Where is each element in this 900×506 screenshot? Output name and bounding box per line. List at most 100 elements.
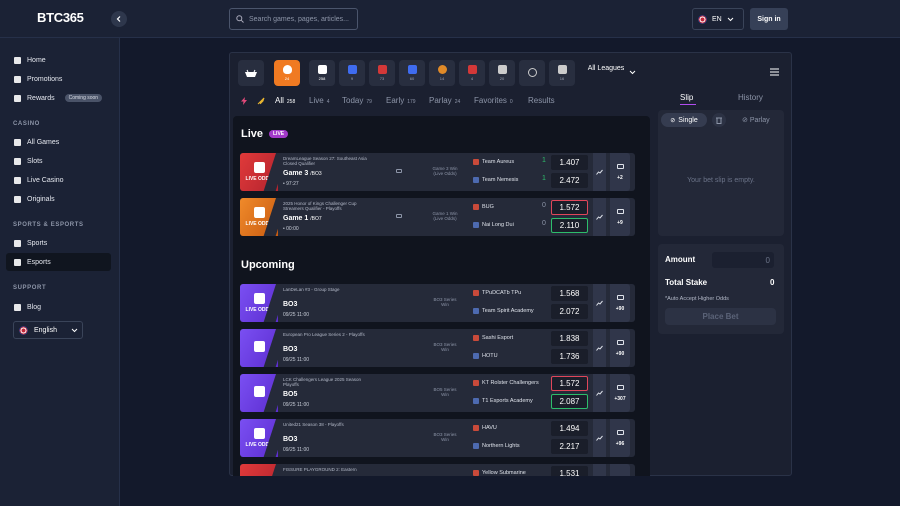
game-filter-tile[interactable]: 16 bbox=[549, 60, 575, 86]
sign-in-button[interactable]: Sign in bbox=[750, 8, 788, 30]
valorant-icon bbox=[467, 65, 477, 74]
lightning-icon[interactable] bbox=[241, 97, 247, 105]
sidebar-item-rewards[interactable]: Rewards Coming soon bbox=[6, 89, 111, 107]
game-filter-tile[interactable]: 60 bbox=[399, 60, 425, 86]
sidebar-item-live-casino[interactable]: Live Casino bbox=[6, 171, 111, 189]
game-filter-tile[interactable]: 14 bbox=[429, 60, 455, 86]
sidebar-item-originals[interactable]: Originals bbox=[6, 190, 111, 208]
more-markets-button[interactable]: +90 bbox=[610, 329, 630, 367]
tab-count: 24 bbox=[454, 99, 461, 105]
cs-icon bbox=[407, 65, 417, 74]
parlay-bet-toggle[interactable]: ⊘ Parlay bbox=[742, 116, 770, 124]
sidebar-item-all-games[interactable]: All Games bbox=[6, 133, 111, 151]
odds-button[interactable]: 1.838 bbox=[551, 331, 588, 346]
odds-button[interactable]: 2.087 bbox=[551, 394, 588, 409]
sidebar-item-esports[interactable]: Esports bbox=[6, 253, 111, 271]
team-logo-icon bbox=[473, 204, 479, 210]
amount-input[interactable]: 0 bbox=[712, 252, 774, 268]
more-markets-button[interactable]: +2 bbox=[610, 153, 630, 191]
tab-favorites[interactable]: Favorites 0 bbox=[474, 96, 513, 105]
tab-label: Results bbox=[528, 96, 555, 105]
stats-button[interactable] bbox=[593, 419, 606, 457]
tab-early[interactable]: Early 179 bbox=[386, 96, 416, 105]
odds-button[interactable]: 1.736 bbox=[551, 349, 588, 364]
game-filter-tile[interactable]: 9 bbox=[339, 60, 365, 86]
match-row[interactable]: FISSURE PLAYGROUND 2: Eastern Yellow Sub… bbox=[240, 464, 635, 476]
team-logo-icon bbox=[473, 159, 479, 165]
odds-button[interactable]: 2.110 bbox=[551, 218, 588, 233]
odds-button[interactable]: 1.572 bbox=[551, 376, 588, 391]
game-filter-home[interactable] bbox=[238, 60, 264, 86]
sidebar-item-sports[interactable]: Sports bbox=[6, 234, 111, 252]
sidebar-item-promotions[interactable]: Promotions bbox=[6, 70, 111, 88]
match-row[interactable]: LIVE ODDS 2025 Honor of Kings Challenger … bbox=[240, 198, 635, 236]
match-row[interactable]: European Pro League Series 2 - Playoffs B… bbox=[240, 329, 635, 367]
stats-button[interactable] bbox=[593, 198, 606, 236]
auto-accept-note[interactable]: *Auto Accept Higher Odds bbox=[665, 296, 729, 302]
team-name: Team Aureus bbox=[482, 159, 515, 165]
tab-history[interactable]: History bbox=[738, 93, 763, 102]
search-placeholder: Search games, pages, articles... bbox=[249, 15, 349, 23]
team-name: T1 Esports Academy bbox=[482, 398, 533, 404]
stats-button[interactable] bbox=[593, 374, 606, 412]
sidebar-item-slots[interactable]: Slots bbox=[6, 152, 111, 170]
match-row[interactable]: LCK Challengers League 2025 Season Playo… bbox=[240, 374, 635, 412]
sidebar-collapse-button[interactable] bbox=[111, 11, 127, 27]
more-markets-button[interactable]: +307 bbox=[610, 374, 630, 412]
trash-button[interactable] bbox=[712, 113, 726, 127]
single-bet-toggle[interactable]: ⊘ Single bbox=[661, 113, 707, 127]
stats-button[interactable] bbox=[593, 153, 606, 191]
game-filter-tile[interactable]: 258 bbox=[309, 60, 335, 86]
game-filter-tile[interactable]: 73 bbox=[369, 60, 395, 86]
match-row[interactable]: LIVE ODDS DreamLeague Season 27: Southeas… bbox=[240, 153, 635, 191]
bet-slip-box bbox=[658, 110, 784, 236]
odds-button[interactable]: 1.572 bbox=[551, 200, 588, 215]
stream-icon[interactable] bbox=[396, 169, 402, 173]
stats-button[interactable] bbox=[593, 329, 606, 367]
chevron-left-icon bbox=[116, 16, 121, 22]
odds-button[interactable]: 1.568 bbox=[551, 286, 588, 301]
game-filter-tile[interactable]: 24 bbox=[274, 60, 300, 86]
sidebar-item-blog[interactable]: Blog bbox=[6, 298, 111, 316]
tile-count: 20 bbox=[499, 76, 505, 81]
uk-flag-icon bbox=[698, 14, 707, 24]
stats-button[interactable] bbox=[593, 464, 606, 476]
tab-live[interactable]: Live 4 bbox=[309, 96, 329, 105]
more-markets-button[interactable]: +96 bbox=[610, 419, 630, 457]
game-filter-tile[interactable]: 20 bbox=[489, 60, 515, 86]
tab-parlay[interactable]: Parlay 24 bbox=[429, 96, 460, 105]
tab-today[interactable]: Today 79 bbox=[342, 96, 372, 105]
match-row[interactable]: LIVE ODDS United21 Season 38 - Playoffs BO… bbox=[240, 419, 635, 457]
odds-button[interactable]: 1.494 bbox=[551, 421, 588, 436]
all-leagues-dropdown[interactable]: All Leagues bbox=[586, 65, 626, 73]
game-filter-tile[interactable]: 4 bbox=[459, 60, 485, 86]
rocket-icon[interactable] bbox=[257, 97, 265, 105]
sidebar-item-home[interactable]: Home bbox=[6, 51, 111, 69]
odds-button[interactable]: 2.217 bbox=[551, 439, 588, 454]
odds-button[interactable]: 2.472 bbox=[551, 173, 588, 188]
stats-button[interactable] bbox=[593, 284, 606, 322]
stream-icon[interactable] bbox=[396, 214, 402, 218]
more-markets-button[interactable]: +90 bbox=[610, 284, 630, 322]
tab-results[interactable]: Results bbox=[528, 96, 555, 105]
search-input[interactable]: Search games, pages, articles... bbox=[229, 8, 358, 30]
odds-button[interactable]: 1.531 bbox=[551, 466, 588, 476]
odds-button[interactable]: 1.407 bbox=[551, 155, 588, 170]
menu-icon[interactable] bbox=[770, 68, 779, 76]
chevron-down-icon[interactable] bbox=[629, 70, 636, 75]
more-markets-button[interactable]: +9 bbox=[610, 198, 630, 236]
more-markets-button[interactable] bbox=[610, 464, 630, 476]
logo[interactable]: BTC365 bbox=[37, 10, 84, 25]
place-bet-button[interactable]: Place Bet bbox=[665, 308, 776, 325]
sidebar-language-selector[interactable]: English bbox=[13, 321, 83, 339]
team-logo-icon bbox=[473, 425, 479, 431]
tab-slip[interactable]: Slip bbox=[680, 93, 697, 105]
section-title-upcoming: Upcoming bbox=[241, 259, 295, 271]
odds-button[interactable]: 2.072 bbox=[551, 304, 588, 319]
screen-icon bbox=[616, 384, 624, 390]
match-row[interactable]: LIVE ODDS LanDeLan #3 - Group Stage BO3 09… bbox=[240, 284, 635, 322]
game-filter-tile[interactable] bbox=[519, 60, 545, 86]
language-selector[interactable]: EN bbox=[692, 8, 744, 30]
chart-icon bbox=[596, 169, 603, 175]
tab-all[interactable]: All 258 bbox=[275, 96, 295, 105]
